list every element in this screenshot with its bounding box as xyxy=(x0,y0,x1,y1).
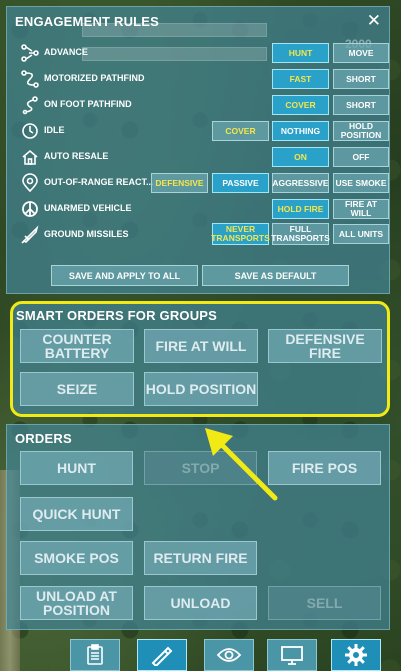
engagement-rules-title: ENGAGEMENT RULES xyxy=(15,14,160,29)
gear-icon xyxy=(345,644,367,666)
option-off[interactable]: OFF xyxy=(333,147,389,167)
smart-orders-title: SMART ORDERS FOR GROUPS xyxy=(16,308,218,323)
idle-clock-icon xyxy=(22,123,38,139)
smoke-pos-button[interactable]: SMOKE POS xyxy=(20,541,133,575)
rule-row-ground-missiles: GROUND MISSILES NEVER TRANSPORTS FULL TR… xyxy=(17,223,389,247)
hunt-button[interactable]: HUNT xyxy=(20,451,133,485)
rule-label: MOTORIZED PATHFIND xyxy=(44,73,145,83)
rule-label: ADVANCE xyxy=(44,47,88,57)
quick-hunt-button[interactable]: QUICK HUNT xyxy=(20,497,133,531)
option-short[interactable]: SHORT xyxy=(333,95,389,115)
option-nothing[interactable]: NOTHING xyxy=(272,121,329,141)
return-fire-button[interactable]: RETURN FIRE xyxy=(144,541,257,575)
option-passive[interactable]: PASSIVE xyxy=(212,173,269,193)
rule-label: UNARMED VEHICLE xyxy=(44,203,132,213)
annotation-arrow-icon xyxy=(205,428,278,501)
engagement-rules-panel: 2000 ENGAGEMENT RULES ✕ ADVANCE HUNT MOV… xyxy=(6,6,390,294)
option-on[interactable]: ON xyxy=(272,147,329,167)
save-default-button[interactable]: SAVE AS DEFAULT xyxy=(202,265,349,286)
rule-label: OUT-OF-RANGE REACT... xyxy=(44,177,154,187)
clipboard-icon xyxy=(87,644,103,665)
toolbar-clipboard-button[interactable] xyxy=(70,639,120,671)
rule-label: AUTO RESALE xyxy=(44,151,109,161)
rule-label: GROUND MISSILES xyxy=(44,229,129,239)
orders-title: ORDERS xyxy=(15,431,72,446)
option-hold-fire[interactable]: HOLD FIRE xyxy=(272,199,329,219)
option-all-units[interactable]: ALL UNITS xyxy=(333,224,389,244)
option-use-smoke[interactable]: USE SMOKE xyxy=(333,173,389,193)
option-fire-at-will[interactable]: FIRE AT WILL xyxy=(333,199,389,219)
option-full-transports[interactable]: FULL TRANSPORTS xyxy=(271,223,330,245)
rule-label: ON FOOT PATHFIND xyxy=(44,99,132,109)
close-icon[interactable]: ✕ xyxy=(367,11,381,31)
rule-label: IDLE xyxy=(44,125,65,135)
peace-icon xyxy=(22,201,38,217)
option-cover[interactable]: COVER xyxy=(212,121,269,141)
missile-icon xyxy=(21,225,39,244)
option-aggressive[interactable]: AGGRESSIVE xyxy=(272,173,329,193)
option-move[interactable]: MOVE xyxy=(333,43,389,63)
rule-row-out-of-range: OUT-OF-RANGE REACT... DEFENSIVE PASSIVE … xyxy=(17,171,389,195)
hold-position-button[interactable]: HOLD POSITION xyxy=(144,372,258,406)
toolbar-pencil-button[interactable] xyxy=(137,639,187,671)
smart-orders-panel: SMART ORDERS FOR GROUPS COUNTER BATTERY … xyxy=(10,301,390,417)
toolbar-view-button[interactable] xyxy=(204,639,254,671)
option-defensive[interactable]: DEFENSIVE xyxy=(151,173,208,193)
counter-battery-button[interactable]: COUNTER BATTERY xyxy=(20,329,134,363)
toolbar-settings-button[interactable] xyxy=(331,639,381,671)
rule-row-unarmed-vehicle: UNARMED VEHICLE HOLD FIRE FIRE AT WILL xyxy=(17,197,389,221)
option-fast[interactable]: FAST xyxy=(272,69,329,89)
advance-icon xyxy=(21,44,39,62)
rule-row-auto-resale: AUTO RESALE ON OFF xyxy=(17,145,389,169)
seize-button[interactable]: SEIZE xyxy=(20,372,134,406)
toolbar-monitor-button[interactable] xyxy=(267,639,317,671)
monitor-icon xyxy=(281,646,303,665)
option-hold-position[interactable]: HOLD POSITION xyxy=(333,121,389,141)
rule-row-on-foot-pathfind: ON FOOT PATHFIND COVER SHORT xyxy=(17,93,389,117)
motorized-path-icon xyxy=(21,70,39,88)
rule-row-motorized-pathfind: MOTORIZED PATHFIND FAST SHORT xyxy=(17,67,389,91)
sell-button[interactable]: SELL xyxy=(268,586,381,620)
unload-button[interactable]: UNLOAD xyxy=(144,586,257,620)
rule-row-idle: IDLE COVER NOTHING HOLD POSITION xyxy=(17,119,389,143)
target-pin-icon xyxy=(22,173,38,193)
fire-at-will-button[interactable]: FIRE AT WILL xyxy=(144,329,258,363)
foot-path-icon xyxy=(22,96,38,115)
option-short[interactable]: SHORT xyxy=(333,69,389,89)
house-icon xyxy=(22,149,38,165)
defensive-fire-button[interactable]: DEFENSIVE FIRE xyxy=(268,329,382,363)
save-apply-all-button[interactable]: SAVE AND APPLY TO ALL xyxy=(51,265,198,286)
pencil-ruler-icon xyxy=(151,646,173,666)
option-hunt[interactable]: HUNT xyxy=(272,43,329,63)
rule-row-advance: ADVANCE HUNT MOVE xyxy=(17,41,389,65)
eye-icon xyxy=(216,648,242,662)
option-cover[interactable]: COVER xyxy=(272,95,329,115)
unload-at-position-button[interactable]: UNLOAD AT POSITION xyxy=(20,586,133,620)
option-never-transports[interactable]: NEVER TRANSPORTS xyxy=(211,223,270,245)
